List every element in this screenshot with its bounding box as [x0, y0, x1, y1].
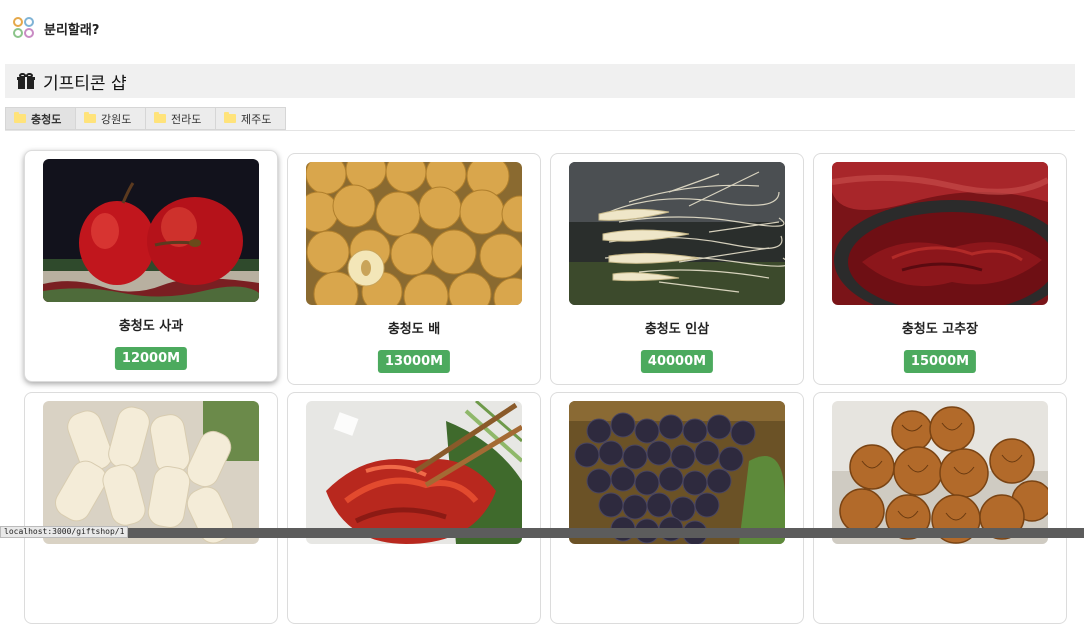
status-bar — [0, 528, 1084, 538]
folder-icon — [154, 112, 166, 123]
recycle-logo-icon[interactable] — [12, 16, 36, 40]
gift-icon — [17, 72, 35, 90]
price-badge: 12000M — [114, 347, 188, 370]
product-card-kimchi[interactable] — [287, 392, 541, 624]
product-image-kimchi — [306, 401, 522, 544]
product-name: 충청도 고추장 — [901, 322, 979, 337]
tab-label: 전라도 — [171, 112, 202, 126]
product-card-pear[interactable]: 충청도 배 13000M — [287, 153, 541, 385]
price-badge: 40000M — [640, 350, 714, 373]
product-card-snack[interactable] — [24, 392, 278, 624]
product-image-ginseng — [569, 162, 785, 305]
product-image-snack — [43, 401, 259, 544]
tab-jeju[interactable]: 제주도 — [215, 107, 286, 130]
tab-jeolla[interactable]: 전라도 — [145, 107, 216, 130]
product-image-walnut-cake — [832, 401, 1048, 544]
product-card-gochujang[interactable]: 충청도 고추장 15000M — [813, 153, 1067, 385]
tab-chungcheong[interactable]: 충청도 — [5, 107, 76, 130]
product-name: 충청도 배 — [387, 322, 441, 337]
tab-gangwon[interactable]: 강원도 — [75, 107, 146, 130]
tab-divider — [5, 130, 1075, 131]
product-image-grape — [569, 401, 785, 544]
price-badge: 15000M — [903, 350, 977, 373]
product-name: 충청도 인삼 — [644, 322, 710, 337]
product-card-grape[interactable] — [550, 392, 804, 624]
product-name: 충청도 사과 — [118, 319, 184, 334]
folder-icon — [14, 112, 26, 123]
product-image-pear — [306, 162, 522, 305]
top-bar: 분리할래? — [0, 0, 1084, 56]
price-badge: 13000M — [377, 350, 451, 373]
region-tabs: 충청도 강원도 전라도 제주도 — [5, 107, 286, 130]
product-image-gochujang — [832, 162, 1048, 305]
product-image-apple — [43, 159, 259, 302]
status-url: localhost:3000/giftshop/1 — [0, 526, 129, 538]
product-card-walnut-cake[interactable] — [813, 392, 1067, 624]
product-card-ginseng[interactable]: 충청도 인삼 40000M — [550, 153, 804, 385]
page-title: 기프티콘 샵 — [43, 73, 127, 94]
folder-icon — [224, 112, 236, 123]
brand-name[interactable]: 분리할래? — [44, 19, 99, 38]
tab-label: 제주도 — [241, 112, 272, 126]
tab-label: 강원도 — [101, 112, 132, 126]
folder-icon — [84, 112, 96, 123]
tab-label: 충청도 — [31, 112, 62, 126]
page-title-bar: 기프티콘 샵 — [5, 64, 1075, 98]
product-card-apple[interactable]: 충청도 사과 12000M — [24, 150, 278, 382]
